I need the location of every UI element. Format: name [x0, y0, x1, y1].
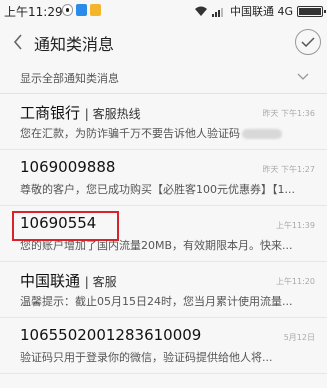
message-item[interactable]: 1069009888 昨天 下午1:27 尊敬的客户，您已成功购买【必胜客100…	[0, 150, 327, 206]
preview-text: 您在汇款，为防诈骗千万不要告诉他人验证码	[20, 127, 240, 140]
message-preview: 您在汇款，为防诈骗千万不要告诉他人验证码	[20, 125, 320, 141]
check-icon	[301, 37, 315, 47]
status-time: 上午11:29	[4, 5, 63, 19]
message-item[interactable]: 工商银行 | 客服热线 昨天 下午1:36 您在汇款，为防诈骗千万不要告诉他人验…	[0, 94, 327, 150]
notification-icons	[62, 4, 101, 17]
app-notification-icon	[76, 4, 87, 16]
battery-icon	[297, 5, 326, 17]
message-sender: 1065502001283610009	[20, 326, 202, 344]
sender-name: 工商银行	[20, 104, 81, 122]
message-item[interactable]: 中国联通 | 客服 上午11:20 温馨提示：截止05月15日24时，您当月累计…	[0, 262, 327, 318]
message-sender: 中国联通 | 客服	[20, 270, 117, 291]
message-preview: 验证码只用于登录你的微信，验证码提供给他人将...	[20, 351, 273, 364]
message-sender: 1069009888	[20, 158, 116, 176]
redacted-blur	[242, 129, 282, 139]
filter-label: 显示全部通知类消息	[20, 72, 119, 85]
title-bar: 通知类消息	[0, 22, 327, 62]
message-preview: 温馨提示：截止05月15日24时，您当月累计使用流量...	[20, 295, 293, 308]
message-time: 上午11:20	[275, 277, 315, 286]
page-title: 通知类消息	[34, 35, 115, 54]
carrier-label: 中国联通 4G	[229, 5, 293, 18]
signal-icon	[211, 7, 223, 17]
message-time: 昨天 下午1:27	[262, 165, 315, 174]
check-button[interactable]	[295, 29, 321, 55]
message-sender: 工商银行 | 客服热线	[20, 102, 141, 123]
status-bar: 上午11:29 中国联通 4G	[0, 0, 327, 22]
sender-tag: | 客服	[84, 275, 117, 289]
folder-icon	[90, 4, 101, 16]
message-time: 昨天 下午1:36	[262, 109, 315, 118]
message-preview: 尊敬的客户，您已成功购买【必胜客100元优惠券】【1...	[20, 183, 295, 196]
sender-name: 中国联通	[20, 272, 81, 290]
sender-tag: | 客服热线	[84, 107, 141, 121]
message-item[interactable]: 1065502001283610009 5月12日 验证码只用于登录你的微信，验…	[0, 318, 327, 374]
message-time: 5月12日	[283, 333, 315, 342]
back-icon[interactable]	[8, 30, 28, 54]
qq-icon	[62, 4, 73, 16]
chevron-down-icon	[297, 73, 309, 80]
wifi-icon	[194, 6, 207, 16]
status-right: 中国联通 4G	[194, 3, 326, 19]
message-time: 上午11:39	[275, 221, 315, 230]
filter-dropdown[interactable]: 显示全部通知类消息	[0, 62, 327, 94]
highlight-annotation	[12, 211, 119, 241]
